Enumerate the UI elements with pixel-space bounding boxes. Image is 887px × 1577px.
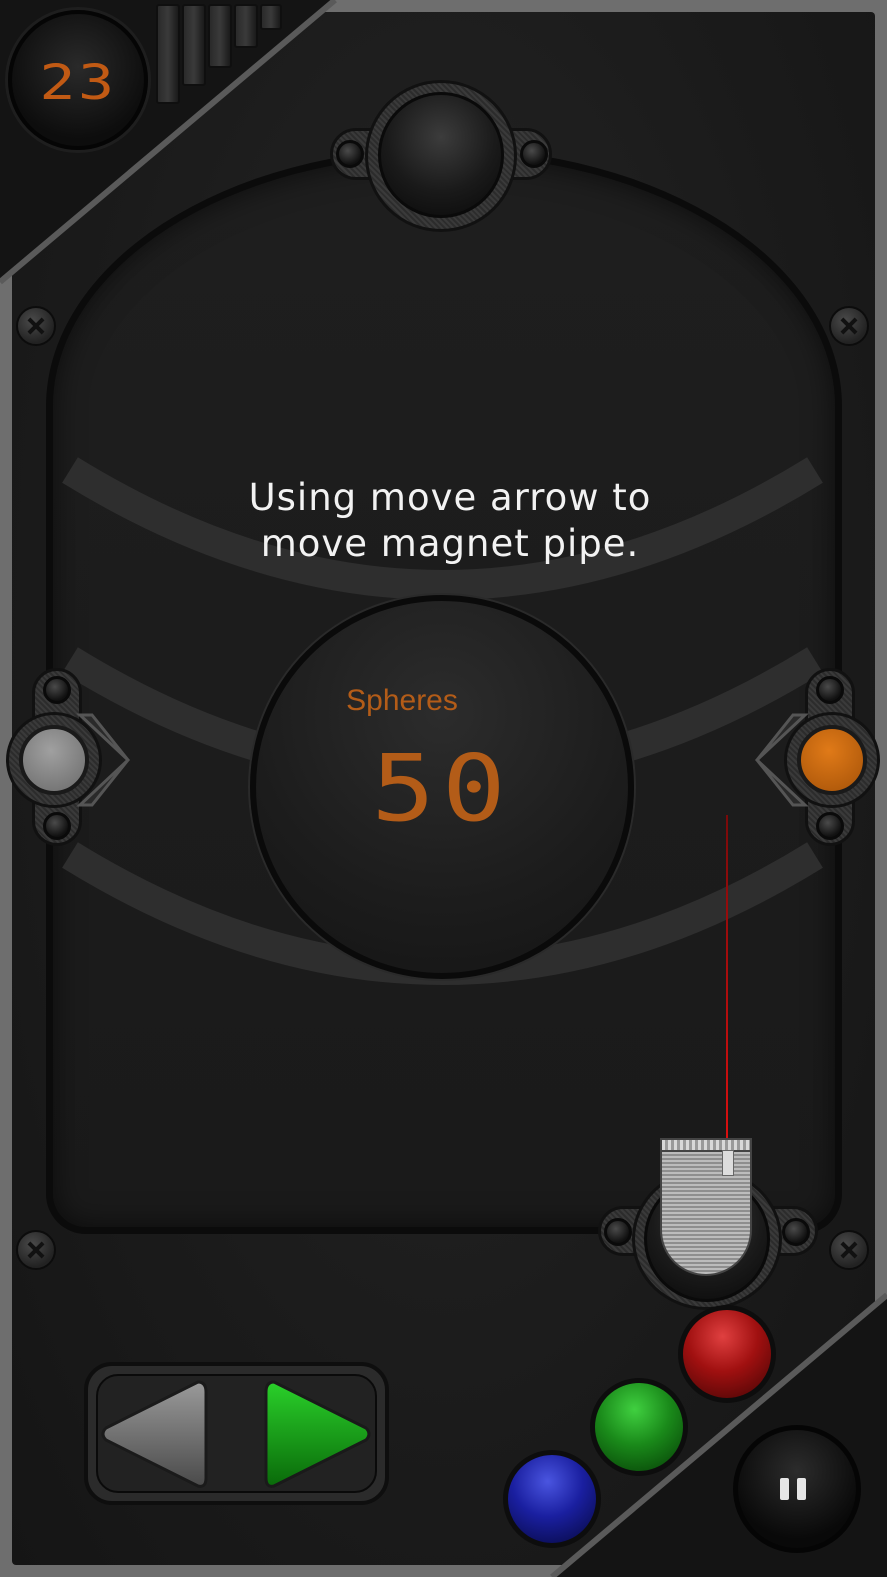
bolt-icon	[816, 812, 844, 840]
magnet-pipe[interactable]	[660, 1138, 752, 1276]
bolt-icon	[336, 140, 364, 168]
bolt-icon	[816, 676, 844, 704]
level-bar	[208, 4, 232, 68]
right-arrow-icon[interactable]	[262, 1374, 374, 1494]
pause-icon	[797, 1478, 806, 1500]
green-orb[interactable]	[590, 1378, 688, 1476]
blue-orb[interactable]	[503, 1450, 601, 1548]
left-color-ball[interactable]	[19, 725, 89, 795]
top-dispenser-ball	[378, 92, 504, 218]
bolt-icon	[782, 1218, 810, 1246]
right-color-ball[interactable]	[797, 725, 867, 795]
hint-line-1: Using move arrow to	[248, 476, 652, 519]
bolt-icon	[43, 812, 71, 840]
laser-beam	[726, 815, 728, 1160]
hint-text: Using move arrow to move magnet pipe.	[120, 475, 780, 567]
left-arrow-icon[interactable]	[98, 1374, 210, 1494]
bolt-icon	[520, 140, 548, 168]
level-bar	[260, 4, 282, 30]
laser-emitter	[722, 1150, 734, 1176]
pipe-rim	[660, 1138, 752, 1152]
pause-icon	[780, 1478, 789, 1500]
spheres-count: 50	[371, 735, 513, 842]
bolt-icon	[43, 676, 71, 704]
spheres-label: Spheres	[346, 684, 458, 717]
level-bar	[182, 4, 206, 86]
red-orb[interactable]	[678, 1305, 776, 1403]
level-bar	[156, 4, 180, 104]
hint-line-2: move magnet pipe.	[260, 522, 640, 565]
score-value: 23	[39, 55, 117, 111]
bolt-icon	[604, 1218, 632, 1246]
level-bar	[234, 4, 258, 48]
